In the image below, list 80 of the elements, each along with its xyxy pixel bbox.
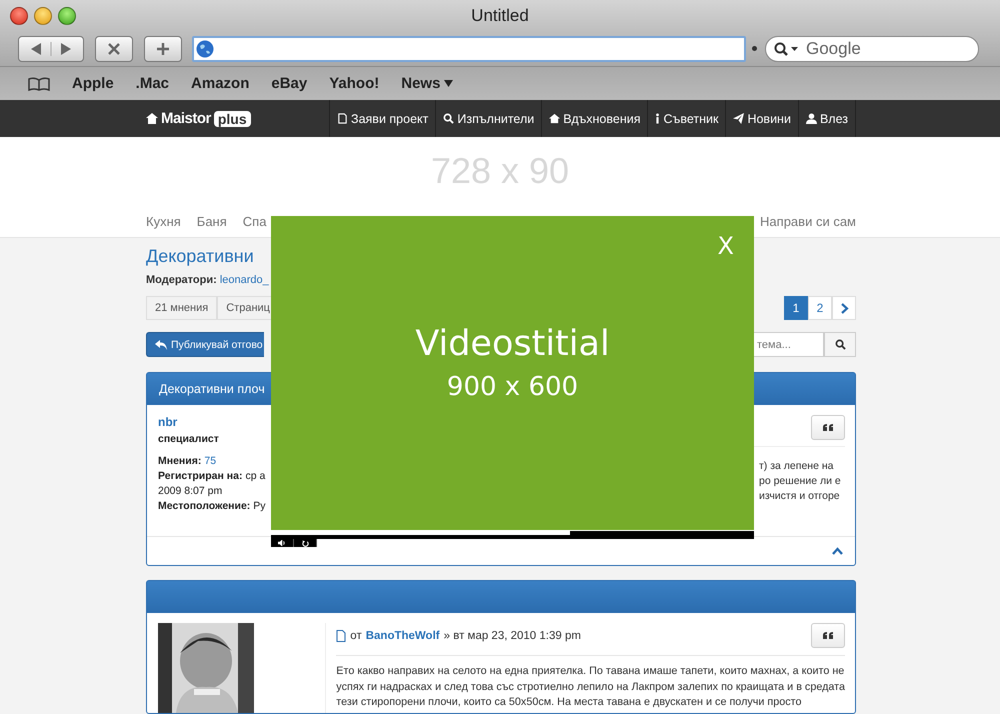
detail-link[interactable]: 75: [204, 455, 216, 467]
caret-icon: [444, 80, 454, 88]
quote-icon: [823, 632, 833, 639]
quote-button[interactable]: [811, 415, 845, 440]
site-logo[interactable]: Maistor plus: [146, 110, 251, 127]
detail-label: Регистриран на:: [158, 470, 242, 482]
document-icon: [337, 113, 348, 124]
progress-indicator-icon: [752, 46, 757, 51]
quote-icon: [823, 424, 833, 431]
globe-icon: [196, 40, 214, 58]
post-text-line: т) за лепене на: [759, 459, 834, 474]
post-text-line: успях ги надрасках и след това със стротиелно лепило на Лакпром залепих по краищата и в средата: [336, 680, 845, 694]
moderators-label: Модератори:: [146, 274, 217, 286]
post-text-line: Ето какво направих на селото на една приятелка. По тавана имаше тапети, които махнах, а които не: [336, 664, 845, 679]
search-icon: [443, 113, 454, 124]
search-field[interactable]: Google: [765, 36, 979, 62]
minimize-window-button[interactable]: [34, 7, 52, 26]
topic-title[interactable]: Декоративни: [146, 246, 254, 267]
window-title: Untitled: [471, 6, 529, 26]
bookmark-link[interactable]: .Mac: [136, 75, 170, 92]
post-count: 21 мнения: [146, 296, 218, 320]
speaker-icon: [278, 540, 286, 546]
post-date: » вт мар 23, 2010 1:39 pm: [444, 630, 581, 642]
next-page-button[interactable]: [832, 296, 856, 320]
address-field[interactable]: [192, 36, 746, 62]
back-forward-button[interactable]: [18, 36, 84, 62]
zoom-window-button[interactable]: [58, 7, 76, 26]
reply-button[interactable]: Публикувай отгово: [146, 332, 264, 357]
back-forward-arrows-icon: [29, 42, 73, 56]
detail-value: 2009 8:07 pm: [158, 485, 222, 497]
category-link[interactable]: Спа: [242, 214, 266, 228]
bookmarks-book-icon[interactable]: [28, 76, 50, 91]
author-link[interactable]: nbr: [158, 415, 178, 429]
reply-arrow-icon: [155, 340, 167, 350]
video-size-text: 900 x 600: [446, 372, 578, 402]
author-link[interactable]: BanoTheWolf: [366, 630, 440, 642]
close-icon: [107, 42, 121, 56]
post-text-line: изчистя и отгоре: [759, 489, 841, 504]
replay-button[interactable]: [294, 539, 317, 547]
bookmark-link[interactable]: Yahoo!: [329, 75, 380, 92]
quote-button[interactable]: [811, 623, 845, 648]
chevron-right-icon: [840, 302, 848, 314]
plus-icon: [156, 42, 170, 56]
user-icon: [806, 113, 817, 124]
paper-plane-icon: [733, 113, 744, 124]
pages-label: Страниц: [217, 296, 272, 320]
post-text-line: ро решение ли е: [759, 474, 842, 489]
post-title: Декоративни плоч: [159, 382, 265, 396]
post-text-line: тези стиропорени плочи, които са 50x50см. На места тавана е двускатен и се получи просто: [336, 695, 803, 710]
category-link[interactable]: Баня: [196, 214, 227, 228]
volume-button[interactable]: [271, 539, 294, 547]
detail-value: ср а: [245, 470, 266, 482]
bookmark-link[interactable]: Amazon: [191, 75, 250, 92]
search-icon: [774, 42, 800, 56]
search-icon: [834, 339, 846, 350]
detail-label: Местоположение:: [158, 500, 250, 512]
detail-value: Ру: [253, 500, 266, 512]
video-progress-bar[interactable]: [271, 531, 754, 539]
video-title: Videostitial: [415, 324, 610, 364]
search-button[interactable]: [824, 332, 856, 357]
stop-button[interactable]: [95, 36, 133, 62]
category-link[interactable]: Направи си сам: [760, 214, 856, 228]
add-button[interactable]: [144, 36, 182, 62]
replay-icon: [302, 540, 308, 546]
detail-label: Мнения:: [158, 455, 202, 467]
info-icon: [655, 113, 660, 124]
moderator-link[interactable]: leonardo_: [220, 274, 269, 286]
author-rank: специалист: [158, 433, 220, 445]
bookmark-link[interactable]: eBay: [271, 75, 308, 92]
document-icon: [336, 630, 346, 642]
collapse-chevron-icon[interactable]: [832, 547, 843, 555]
home-icon: [549, 113, 560, 124]
close-window-button[interactable]: [10, 7, 28, 26]
topic-search-field[interactable]: тема...: [754, 332, 824, 357]
by-label: от: [350, 630, 362, 642]
bookmark-link[interactable]: Apple: [72, 75, 114, 92]
category-link[interactable]: Кухня: [146, 214, 181, 228]
bookmark-link[interactable]: News: [401, 75, 454, 92]
page-link[interactable]: 2: [808, 296, 832, 320]
page-link[interactable]: 1: [784, 296, 808, 320]
